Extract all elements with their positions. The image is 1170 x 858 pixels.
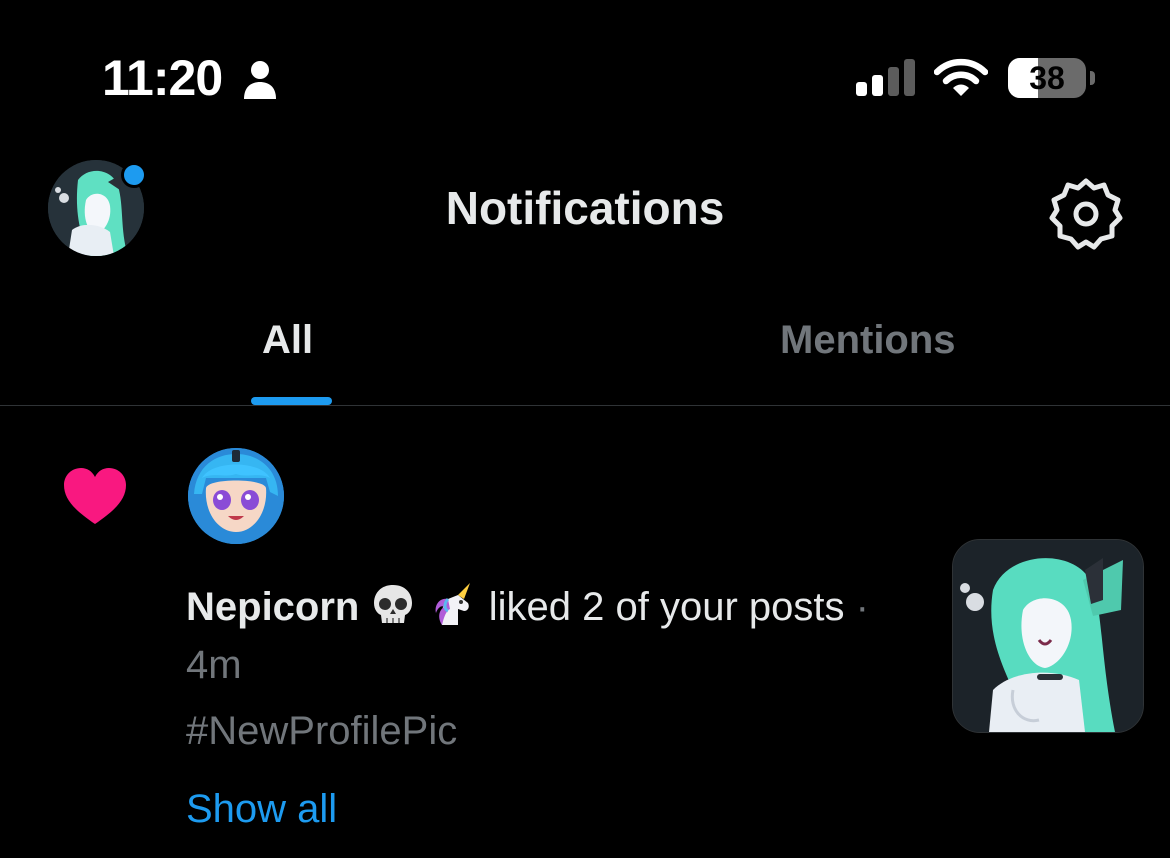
unicorn-emoji xyxy=(435,583,470,625)
battery-body: 38 xyxy=(1008,58,1086,98)
time-ago: 4m xyxy=(186,643,242,687)
heart-icon xyxy=(64,468,126,524)
actor-name[interactable]: Nepicorn xyxy=(186,585,359,629)
battery-level: 38 xyxy=(1029,60,1065,96)
show-all-link[interactable]: Show all xyxy=(186,780,337,838)
action-text: liked 2 of your posts xyxy=(488,585,845,629)
person-icon xyxy=(244,61,276,99)
tab-all-label: All xyxy=(262,318,314,362)
post-thumbnail-image xyxy=(953,540,1143,732)
tab-all[interactable]: All xyxy=(0,270,585,405)
tab-mentions[interactable]: Mentions xyxy=(585,270,1170,405)
notification-text: Nepicorn liked 2 of your posts · 4m xyxy=(186,578,886,694)
meta-separator: · xyxy=(855,585,869,629)
notification-tabs: All Mentions xyxy=(0,270,1170,406)
wifi-icon xyxy=(934,58,988,96)
skull-emoji xyxy=(374,585,413,623)
post-thumbnail[interactable] xyxy=(952,539,1144,733)
status-bar: 11:20 38 xyxy=(0,0,1170,150)
actor-avatar-image xyxy=(188,448,284,544)
actor-avatar[interactable] xyxy=(188,448,284,544)
post-text: #NewProfilePic xyxy=(186,709,458,753)
page-title: Notifications xyxy=(445,182,725,234)
battery-indicator: 38 xyxy=(1008,58,1096,100)
notification-item[interactable]: Nepicorn liked 2 of your posts · 4m #New… xyxy=(0,406,1170,858)
cellular-signal-icon xyxy=(856,59,915,96)
battery-cap xyxy=(1090,71,1095,85)
tab-mentions-label: Mentions xyxy=(780,318,956,362)
gear-icon[interactable] xyxy=(1048,176,1124,252)
tab-selected-indicator xyxy=(251,397,332,405)
status-time: 11:20 xyxy=(102,50,223,106)
top-header: Notifications xyxy=(0,150,1170,270)
